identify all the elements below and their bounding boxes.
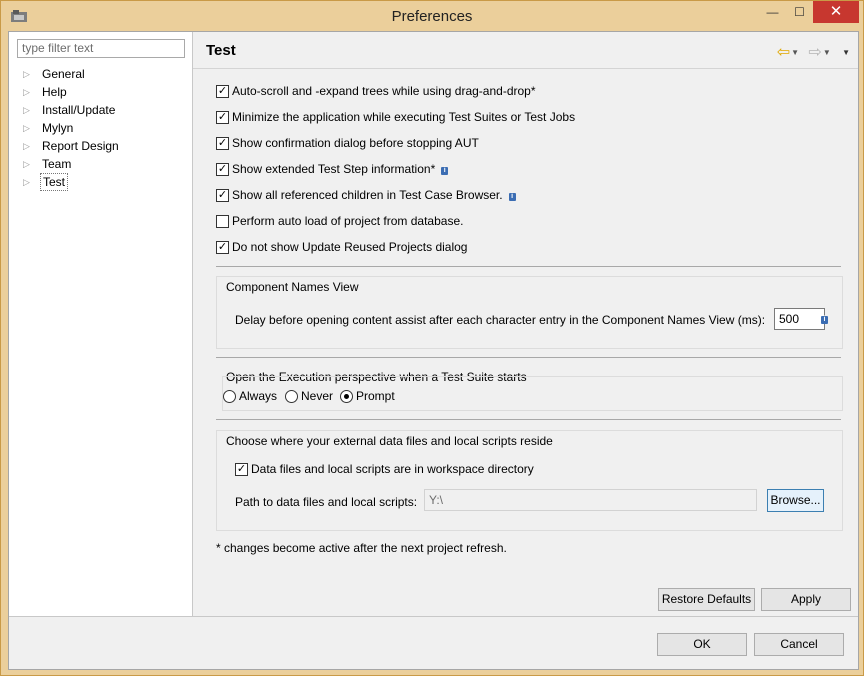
checkbox-label: Do not show Update Reused Projects dialo… — [232, 240, 468, 254]
info-icon[interactable]: i — [508, 193, 516, 201]
execution-group: Always Never Prompt — [222, 376, 843, 411]
back-dropdown-icon[interactable]: ▼ — [791, 48, 799, 57]
info-icon[interactable]: i — [821, 316, 828, 324]
delay-input[interactable]: 500 — [774, 308, 825, 330]
tree-item-label: Test — [40, 173, 69, 191]
group-title: Component Names View — [226, 280, 359, 294]
checkbox-label: Show all referenced children in Test Cas… — [232, 188, 503, 202]
close-button[interactable]: ✕ — [813, 1, 859, 23]
apply-button[interactable]: Apply — [761, 588, 851, 611]
back-arrow-icon[interactable]: ⇦ — [777, 42, 790, 62]
radio-label: Always — [239, 389, 278, 403]
checkbox-box[interactable]: ✓ — [235, 463, 248, 476]
group-title: Choose where your external data files an… — [226, 434, 553, 448]
delay-label: Delay before opening content assist afte… — [235, 313, 766, 327]
tree-item-label: Mylyn — [42, 121, 74, 135]
tree-item-label: Install/Update — [42, 103, 116, 117]
checkbox-box[interactable]: ✓ — [216, 189, 229, 202]
checkbox-label: Show confirmation dialog before stopping… — [232, 136, 479, 150]
tree-expand-icon[interactable]: ▷ — [23, 137, 33, 155]
ok-button[interactable]: OK — [657, 633, 747, 656]
title-separator — [193, 68, 858, 69]
path-input[interactable]: Y:\ — [424, 489, 757, 511]
checkbox-label: Perform auto load of project from databa… — [232, 214, 464, 228]
browse-button[interactable]: Browse... — [767, 489, 824, 512]
window-title: Preferences — [391, 8, 473, 25]
checkbox-box[interactable] — [216, 215, 229, 228]
checkbox-label: Data files and local scripts are in work… — [251, 462, 534, 476]
title-bar: Preferences — ☐ ✕ — [1, 1, 863, 31]
preferences-window: Preferences — ☐ ✕ type filter text ▷ Gen… — [0, 0, 864, 676]
tree-expand-icon[interactable]: ▷ — [23, 173, 33, 191]
tree-expand-icon[interactable]: ▷ — [23, 101, 33, 119]
checkbox-box[interactable]: ✓ — [216, 111, 229, 124]
preference-page: Test ⇦▼ ⇨▼ ▼ ✓ Auto-scroll and -expand t… — [193, 32, 858, 616]
tree-expand-icon[interactable]: ▷ — [23, 83, 33, 101]
checkbox-label: Minimize the application while executing… — [232, 110, 576, 124]
tree-item-label: Help — [42, 85, 67, 99]
page-navigation: ⇦▼ ⇨▼ ▼ — [777, 42, 850, 62]
radio-label: Never — [301, 389, 334, 403]
dialog-client: type filter text ▷ General ▷ Help ▷ Inst… — [8, 31, 859, 670]
radio-button[interactable] — [223, 390, 236, 403]
view-menu-icon[interactable]: ▼ — [842, 48, 850, 57]
component-names-group: Component Names View Delay before openin… — [216, 276, 843, 349]
forward-arrow-icon[interactable]: ⇨ — [808, 42, 821, 62]
section-separator — [216, 419, 841, 420]
section-separator — [216, 266, 841, 267]
tree-expand-icon[interactable]: ▷ — [23, 119, 33, 137]
minimize-button[interactable]: — — [759, 1, 786, 23]
cancel-button[interactable]: Cancel — [754, 633, 844, 656]
path-label: Path to data files and local scripts: — [235, 495, 418, 509]
maximize-button[interactable]: ☐ — [786, 1, 813, 23]
checkbox-box[interactable]: ✓ — [216, 85, 229, 98]
data-files-group: Choose where your external data files an… — [216, 430, 843, 531]
checkbox-label: Auto-scroll and -expand trees while usin… — [232, 84, 536, 98]
tree-expand-icon[interactable]: ▷ — [23, 65, 33, 83]
filter-input[interactable]: type filter text — [17, 39, 185, 58]
page-title: Test — [206, 42, 236, 59]
tree-item-label: General — [42, 67, 85, 81]
checkbox-box[interactable]: ✓ — [216, 241, 229, 254]
checkbox-label: Show extended Test Step information* — [232, 162, 436, 176]
footer-separator — [9, 616, 858, 617]
radio-button[interactable] — [340, 390, 353, 403]
tree-item-label: Report Design — [42, 139, 119, 153]
preference-nav-panel: type filter text ▷ General ▷ Help ▷ Inst… — [9, 32, 193, 616]
restore-defaults-button[interactable]: Restore Defaults — [658, 588, 755, 611]
info-icon[interactable]: i — [441, 167, 449, 175]
radio-label: Prompt — [356, 389, 395, 403]
checkbox-box[interactable]: ✓ — [216, 137, 229, 150]
radio-button[interactable] — [285, 390, 298, 403]
tree-expand-icon[interactable]: ▷ — [23, 155, 33, 173]
tree-item-label: Team — [42, 157, 72, 171]
forward-dropdown-icon[interactable]: ▼ — [823, 48, 831, 57]
section-separator — [216, 357, 841, 358]
footnote: * changes become active after the next p… — [216, 541, 507, 555]
checkbox-box[interactable]: ✓ — [216, 163, 229, 176]
